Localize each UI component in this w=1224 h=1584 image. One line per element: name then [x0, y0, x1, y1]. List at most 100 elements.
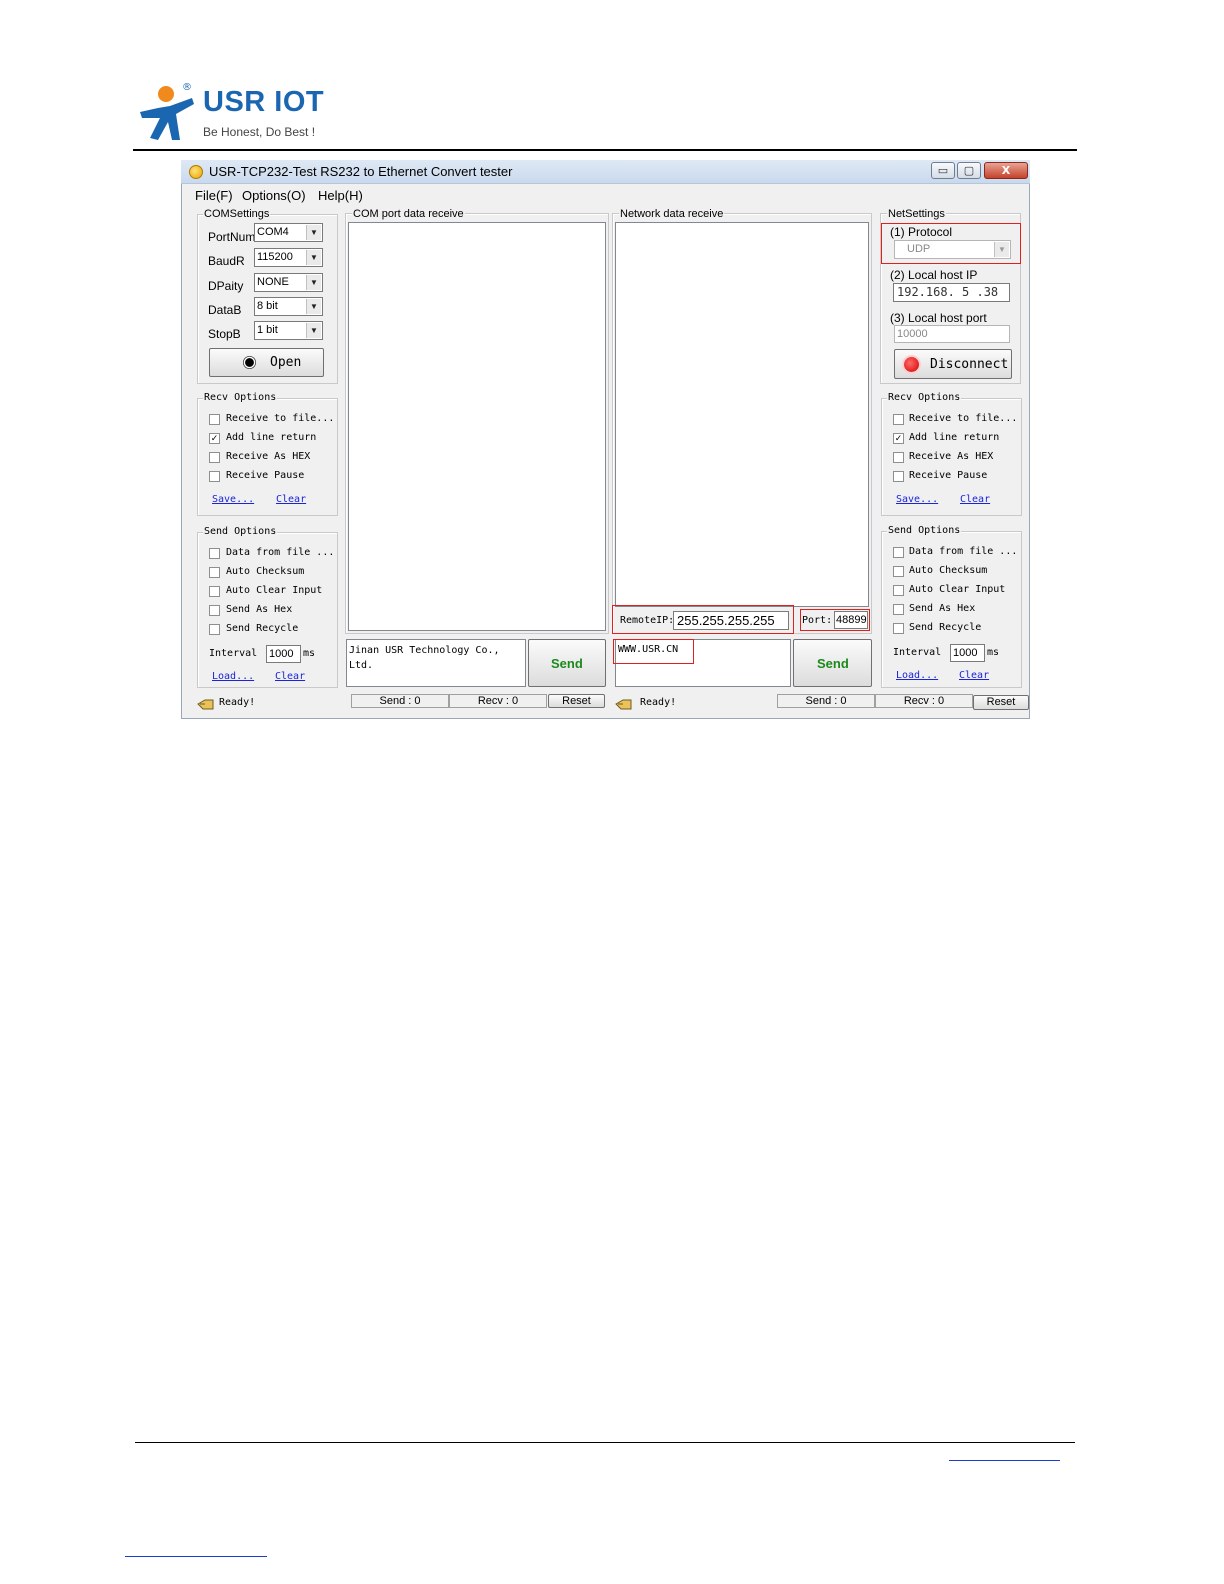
com-receive-textarea[interactable] — [348, 222, 606, 631]
left-recv-save-link[interactable]: Save... — [212, 494, 254, 506]
com-send-text: Jinan USR Technology Co., Ltd. — [349, 645, 500, 671]
com-settings-title: COMSettings — [203, 208, 271, 220]
network-receive-textarea[interactable] — [615, 222, 869, 607]
menu-file[interactable]: File(F) — [195, 188, 233, 203]
remote-port-value: 48899 — [836, 614, 867, 626]
right-send-as-hex-label: Send As Hex — [909, 603, 976, 614]
right-data-from-file-label: Data from file ... — [909, 546, 1018, 557]
left-recv-clear-link[interactable]: Clear — [276, 494, 306, 506]
menu-options[interactable]: Options(O) — [242, 188, 306, 203]
stopbits-label: StopB — [208, 327, 241, 341]
brand-slogan: Be Honest, Do Best ! — [203, 125, 316, 139]
stopbits-select[interactable]: 1 bit ▼ — [254, 321, 323, 340]
left-send-as-hex-checkbox[interactable] — [209, 605, 220, 616]
network-receive-title: Network data receive — [619, 208, 725, 220]
portnum-label: PortNum — [208, 230, 256, 244]
header-divider — [133, 149, 1077, 151]
protocol-select[interactable]: UDP ▼ — [894, 240, 1011, 259]
right-data-from-file-checkbox[interactable] — [893, 547, 904, 558]
right-send-clear-link[interactable]: Clear — [959, 670, 989, 682]
right-send-recycle-checkbox[interactable] — [893, 623, 904, 634]
right-receive-as-hex-checkbox[interactable] — [893, 452, 904, 463]
left-interval-value: 1000 — [269, 648, 294, 660]
com-receive-title: COM port data receive — [352, 208, 465, 220]
com-send-input[interactable]: Jinan USR Technology Co., Ltd. — [346, 639, 526, 687]
local-port-input[interactable]: 10000 — [894, 325, 1010, 343]
left-auto-checksum-checkbox[interactable] — [209, 567, 220, 578]
menu-help[interactable]: Help(H) — [318, 188, 363, 203]
left-reset-button[interactable]: Reset — [548, 694, 605, 708]
left-interval-input[interactable]: 1000 — [266, 645, 301, 663]
portnum-value: COM4 — [257, 226, 289, 238]
right-recv-options-title: Recv Options — [887, 392, 962, 404]
databits-label: DataB — [208, 303, 242, 317]
left-send-clear-link[interactable]: Clear — [275, 671, 305, 683]
left-receive-pause-label: Receive Pause — [226, 470, 305, 481]
ready-icon — [615, 696, 633, 710]
left-recv-options-title: Recv Options — [203, 392, 278, 404]
left-receive-as-hex-checkbox[interactable] — [209, 452, 220, 463]
portnum-select[interactable]: COM4 ▼ — [254, 223, 323, 242]
baudrate-value: 115200 — [257, 251, 293, 263]
left-add-line-return-checkbox[interactable]: ✓ — [209, 433, 220, 444]
window-title: USR-TCP232-Test RS232 to Ethernet Conver… — [209, 164, 513, 179]
local-ip-value: 192.168. 5 .38 — [897, 285, 999, 299]
right-send-count: Send : 0 — [777, 694, 875, 708]
network-send-button[interactable]: Send — [793, 639, 872, 687]
remote-port-input[interactable]: 48899 — [834, 611, 868, 629]
left-reset-label: Reset — [562, 695, 591, 707]
left-send-as-hex-label: Send As Hex — [226, 604, 293, 615]
disconnect-button[interactable]: Disconnect — [894, 349, 1012, 379]
network-send-button-label: Send — [817, 656, 849, 671]
right-interval-input[interactable]: 1000 — [950, 644, 985, 662]
right-auto-checksum-checkbox[interactable] — [893, 566, 904, 577]
left-receive-pause-checkbox[interactable] — [209, 471, 220, 482]
registered-mark: ® — [182, 82, 192, 93]
left-data-from-file-label: Data from file ... — [226, 547, 335, 558]
left-auto-clear-input-checkbox[interactable] — [209, 586, 220, 597]
right-receive-to-file-label: Receive to file... — [909, 413, 1018, 424]
right-reset-button[interactable]: Reset — [973, 695, 1029, 710]
close-button[interactable]: X — [984, 162, 1028, 179]
remote-ip-label: RemoteIP: — [620, 615, 675, 626]
right-recv-save-link[interactable]: Save... — [896, 494, 938, 506]
right-add-line-return-checkbox[interactable]: ✓ — [893, 433, 904, 444]
left-receive-to-file-checkbox[interactable] — [209, 414, 220, 425]
left-send-load-link[interactable]: Load... — [212, 671, 254, 683]
databits-select[interactable]: 8 bit ▼ — [254, 297, 323, 316]
parity-label: DPaity — [208, 279, 244, 293]
left-interval-unit: ms — [303, 648, 316, 659]
protocol-value: UDP — [907, 243, 931, 255]
maximize-button[interactable]: ▢ — [957, 162, 981, 179]
databits-value: 8 bit — [257, 300, 278, 312]
right-send-as-hex-checkbox[interactable] — [893, 604, 904, 615]
left-data-from-file-checkbox[interactable] — [209, 548, 220, 559]
right-receive-pause-checkbox[interactable] — [893, 471, 904, 482]
open-button[interactable]: Open — [209, 348, 324, 377]
baudrate-select[interactable]: 115200 ▼ — [254, 248, 323, 267]
right-receive-to-file-checkbox[interactable] — [893, 414, 904, 425]
right-reset-label: Reset — [986, 696, 1016, 708]
right-recv-clear-link[interactable]: Clear — [960, 494, 990, 506]
footer-link-underline[interactable] — [949, 1460, 1060, 1461]
disconnect-button-label: Disconnect — [930, 357, 1009, 372]
right-receive-pause-label: Receive Pause — [909, 470, 988, 481]
left-send-recycle-checkbox[interactable] — [209, 624, 220, 635]
right-auto-clear-input-checkbox[interactable] — [893, 585, 904, 596]
footer-link-underline-bottom[interactable] — [125, 1556, 267, 1557]
com-send-button[interactable]: Send — [528, 639, 606, 687]
right-receive-as-hex-label: Receive As HEX — [909, 451, 994, 462]
left-receive-as-hex-label: Receive As HEX — [226, 451, 311, 462]
left-status-ready: Ready! — [219, 697, 256, 708]
local-ip-input[interactable]: 192.168. 5 .38 — [893, 283, 1010, 302]
right-auto-clear-input-label: Auto Clear Input — [909, 584, 1006, 595]
left-add-line-return-label: Add line return — [226, 432, 317, 443]
minimize-button[interactable]: ▭ — [931, 162, 955, 179]
chevron-down-icon: ▼ — [306, 323, 321, 338]
local-ip-label: (2) Local host IP — [890, 268, 978, 282]
right-send-recycle-label: Send Recycle — [909, 622, 982, 633]
remote-ip-input[interactable]: 255.255.255.255 — [673, 611, 789, 630]
chevron-down-icon: ▼ — [306, 275, 321, 290]
parity-select[interactable]: NONE ▼ — [254, 273, 323, 292]
right-send-load-link[interactable]: Load... — [896, 670, 938, 682]
